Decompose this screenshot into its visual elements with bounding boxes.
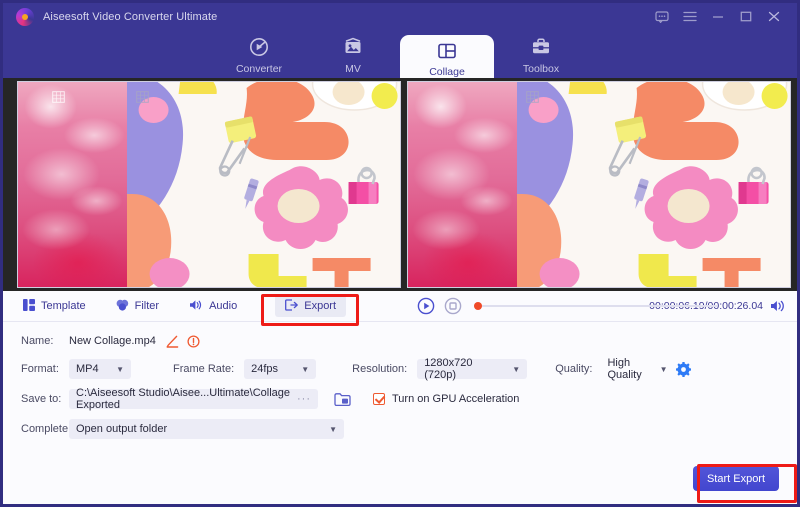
volume-icon[interactable] bbox=[770, 299, 787, 313]
quality-select[interactable]: High Quality ▼ bbox=[600, 357, 674, 381]
mv-icon bbox=[342, 35, 364, 59]
tab-collage[interactable]: Collage bbox=[400, 35, 494, 78]
format-select[interactable]: MP4 ▼ bbox=[69, 359, 131, 379]
export-panel: Template Filter Audio Export Name: New C… bbox=[3, 291, 797, 504]
close-icon[interactable] bbox=[760, 3, 788, 30]
chevron-down-icon: ▼ bbox=[512, 364, 521, 374]
timeline-track[interactable] bbox=[474, 305, 717, 307]
format-value: MP4 bbox=[76, 363, 99, 375]
tab-converter[interactable]: Converter bbox=[212, 30, 306, 78]
name-row: Name: New Collage.mp4 bbox=[3, 329, 797, 353]
playback-timeline[interactable] bbox=[474, 291, 717, 321]
app-window: Aiseesoft Video Converter Ultimate Conve… bbox=[0, 0, 800, 507]
resolution-value: 1280x720 (720p) bbox=[424, 357, 473, 381]
folder-icon[interactable] bbox=[334, 392, 351, 407]
app-title: Aiseesoft Video Converter Ultimate bbox=[43, 10, 218, 23]
edit-pencil-icon[interactable] bbox=[166, 335, 179, 348]
resolution-select[interactable]: 1280x720 (720p) ▼ bbox=[417, 357, 528, 381]
framerate-value: 24fps bbox=[251, 363, 279, 375]
saveto-path-input[interactable]: C:\Aiseesoft Studio\Aisee...Ultimate\Col… bbox=[69, 387, 318, 411]
browse-ellipsis-button[interactable]: ··· bbox=[297, 393, 311, 405]
filter-icon bbox=[116, 299, 129, 314]
complete-select[interactable]: Open output folder ▼ bbox=[69, 419, 344, 439]
saveto-row: Save to: C:\Aiseesoft Studio\Aisee...Ult… bbox=[3, 387, 797, 411]
framerate-label: Frame Rate: bbox=[173, 363, 235, 375]
maximize-icon[interactable] bbox=[732, 3, 760, 30]
toolbar-tab-audio[interactable]: Audio bbox=[179, 295, 247, 317]
chevron-down-icon: ▼ bbox=[329, 424, 337, 434]
play-icon[interactable] bbox=[417, 297, 435, 315]
gpu-acceleration-checkbox[interactable] bbox=[373, 393, 385, 405]
name-label: Name: bbox=[21, 335, 54, 347]
collage-cell-crafts-left[interactable] bbox=[126, 82, 400, 287]
toolbar-tab-filter[interactable]: Filter bbox=[106, 295, 169, 317]
crop-grid-icon[interactable] bbox=[52, 90, 65, 103]
crafts-photo-right bbox=[516, 82, 790, 287]
feedback-icon[interactable] bbox=[648, 3, 676, 30]
title-bar: Aiseesoft Video Converter Ultimate bbox=[3, 3, 797, 30]
quality-value: High Quality bbox=[607, 357, 642, 381]
toolbar-tab-export[interactable]: Export bbox=[275, 295, 347, 317]
window-controls bbox=[648, 3, 788, 30]
tab-collage-label: Collage bbox=[429, 66, 465, 78]
complete-label: Complete: bbox=[21, 423, 72, 435]
saveto-label: Save to: bbox=[21, 393, 62, 405]
gpu-acceleration-label: Turn on GPU Acceleration bbox=[392, 393, 520, 405]
framerate-select[interactable]: 24fps ▼ bbox=[244, 359, 317, 379]
stop-icon[interactable] bbox=[444, 297, 462, 315]
collage-cell-watercolor-right[interactable] bbox=[408, 82, 517, 287]
player-controls: 00:00:06.19/00:00:26.04 bbox=[408, 291, 797, 321]
gear-icon[interactable] bbox=[676, 361, 692, 377]
resolution-label: Resolution: bbox=[352, 363, 408, 375]
tab-mv[interactable]: MV bbox=[306, 30, 400, 78]
minimize-icon[interactable] bbox=[704, 3, 732, 30]
audio-icon bbox=[189, 299, 203, 314]
crop-grid-icon[interactable] bbox=[526, 90, 539, 103]
name-value: New Collage.mp4 bbox=[69, 335, 156, 347]
chevron-down-icon: ▼ bbox=[659, 364, 668, 374]
collage-cell-crafts-right[interactable] bbox=[516, 82, 790, 287]
collage-canvas-right bbox=[407, 81, 791, 288]
quality-label: Quality: bbox=[555, 363, 593, 375]
complete-value: Open output folder bbox=[76, 423, 168, 435]
playhead-dot[interactable] bbox=[474, 302, 482, 310]
start-export-button[interactable]: Start Export bbox=[693, 466, 779, 491]
crafts-photo-left bbox=[126, 82, 400, 287]
start-export-label: Start Export bbox=[706, 472, 766, 485]
tab-converter-label: Converter bbox=[235, 63, 283, 75]
main-nav-bar: Converter MV Collage Toolbox bbox=[3, 30, 797, 78]
saveto-value: C:\Aiseesoft Studio\Aisee...Ultimate\Col… bbox=[76, 387, 290, 411]
chevron-down-icon: ▼ bbox=[301, 364, 310, 374]
info-icon[interactable] bbox=[187, 334, 200, 348]
toolbar-tab-template[interactable]: Template bbox=[13, 295, 96, 317]
collage-preview-right[interactable] bbox=[407, 78, 791, 291]
export-icon bbox=[285, 298, 299, 314]
tab-toolbox[interactable]: Toolbox bbox=[494, 30, 588, 78]
chevron-down-icon: ▼ bbox=[116, 364, 124, 374]
toolbar-tab-filter-label: Filter bbox=[134, 300, 160, 312]
template-icon bbox=[23, 298, 35, 314]
converter-icon bbox=[248, 35, 270, 59]
toolbar-tab-audio-label: Audio bbox=[209, 300, 238, 312]
collage-canvas-left bbox=[17, 81, 401, 288]
aiseesoft-logo-icon bbox=[16, 7, 34, 26]
collage-icon bbox=[436, 40, 458, 62]
format-label: Format: bbox=[21, 363, 59, 375]
crop-grid-icon[interactable] bbox=[136, 90, 149, 103]
toolbar-tab-template-label: Template bbox=[41, 300, 86, 312]
toolbox-icon bbox=[530, 35, 552, 59]
format-row: Format: MP4 ▼ Frame Rate: 24fps ▼ Resolu… bbox=[3, 357, 797, 381]
toolbar-tab-export-label: Export bbox=[304, 300, 337, 312]
collage-cell-watercolor-left[interactable] bbox=[18, 82, 127, 287]
tab-toolbox-label: Toolbox bbox=[522, 63, 560, 75]
collage-preview-left[interactable] bbox=[17, 78, 401, 291]
main-nav-tabs: Converter MV Collage Toolbox bbox=[3, 30, 797, 78]
preview-area bbox=[3, 78, 797, 291]
complete-row: Complete: Open output folder ▼ bbox=[3, 417, 797, 441]
menu-icon[interactable] bbox=[676, 3, 704, 30]
tab-mv-label: MV bbox=[345, 63, 361, 75]
editor-toolbar: Template Filter Audio Export bbox=[3, 291, 797, 322]
